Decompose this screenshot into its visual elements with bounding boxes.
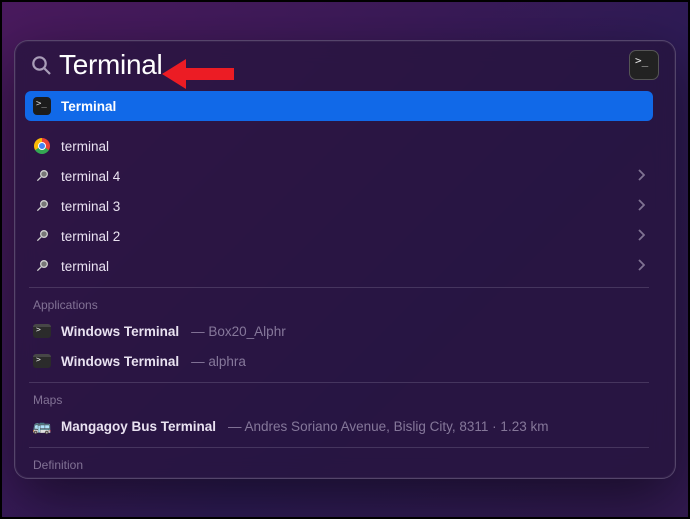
result-application[interactable]: Windows Terminal — alphra	[25, 346, 653, 376]
windows-terminal-icon	[33, 352, 51, 370]
chevron-right-icon	[637, 169, 645, 184]
search-suggestion-icon	[33, 167, 51, 185]
divider	[29, 382, 649, 383]
divider	[29, 287, 649, 288]
result-map[interactable]: 🚌 Mangagoy Bus Terminal — Andres Soriano…	[25, 411, 653, 441]
results-list[interactable]: >_ Terminal terminal terminal 4	[25, 91, 659, 478]
search-header: >_	[15, 41, 675, 91]
result-suggestion[interactable]: terminal	[25, 131, 653, 161]
result-label: terminal 2	[61, 229, 120, 244]
result-label: Terminal	[61, 99, 116, 114]
chevron-right-icon	[637, 199, 645, 214]
search-icon	[29, 53, 53, 77]
result-detail: — alphra	[191, 354, 246, 369]
terminal-icon: >_	[33, 97, 51, 115]
section-header-definition: Definition	[25, 450, 653, 476]
search-suggestion-icon	[33, 257, 51, 275]
chevron-right-icon	[637, 259, 645, 274]
result-suggestion[interactable]: terminal 4	[25, 161, 653, 191]
search-input[interactable]	[59, 49, 623, 81]
result-suggestion[interactable]: terminal	[25, 251, 653, 281]
result-label: terminal	[61, 139, 109, 154]
result-label: terminal 4	[61, 169, 120, 184]
result-suggestion[interactable]: terminal 3	[25, 191, 653, 221]
result-label: Windows Terminal	[61, 354, 179, 369]
result-suggestion[interactable]: terminal 2	[25, 221, 653, 251]
result-top-hit[interactable]: >_ Terminal	[25, 91, 653, 121]
divider	[29, 447, 649, 448]
bus-icon: 🚌	[33, 417, 51, 435]
result-detail: — Andres Soriano Avenue, Bislig City, 83…	[228, 419, 548, 434]
spotlight-window: >_ >_ Terminal terminal terminal 4	[14, 40, 676, 479]
section-header-maps: Maps	[25, 385, 653, 411]
result-detail: — Box20_Alphr	[191, 324, 286, 339]
result-detail: — New Oxford American Dictionary 1. of, …	[135, 476, 645, 478]
section-header-applications: Applications	[25, 290, 653, 316]
result-definition[interactable]: ter·mi·nal — New Oxford American Diction…	[25, 476, 653, 478]
chevron-right-icon	[637, 229, 645, 244]
result-label: terminal	[61, 259, 109, 274]
result-application[interactable]: Windows Terminal — Box20_Alphr	[25, 316, 653, 346]
result-label: Windows Terminal	[61, 324, 179, 339]
search-suggestion-icon	[33, 197, 51, 215]
search-suggestion-icon	[33, 227, 51, 245]
top-hit-app-icon: >_	[629, 50, 659, 80]
chrome-icon	[33, 137, 51, 155]
windows-terminal-icon	[33, 322, 51, 340]
result-label: terminal 3	[61, 199, 120, 214]
result-label: Mangagoy Bus Terminal	[61, 419, 216, 434]
